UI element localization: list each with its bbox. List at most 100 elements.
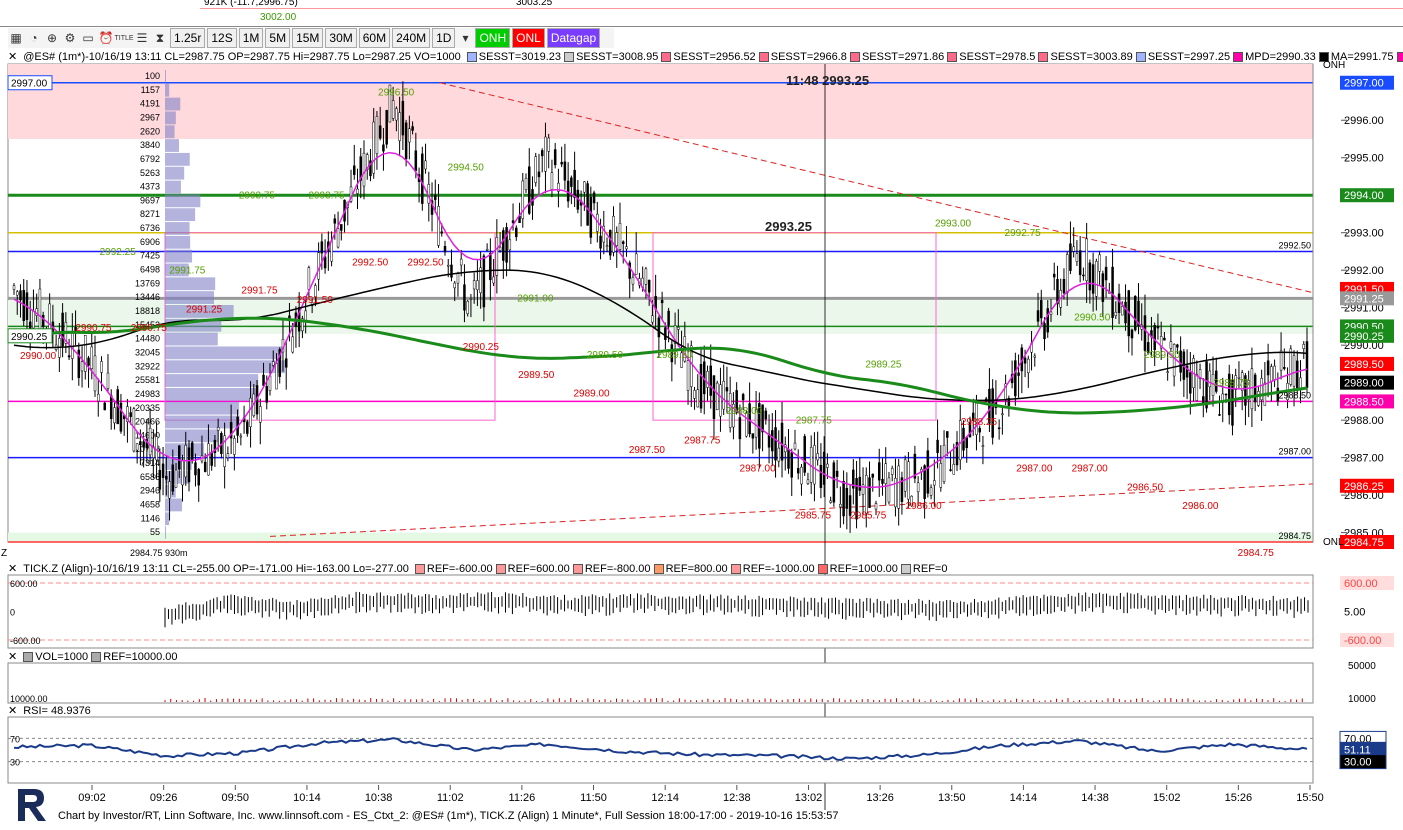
drag-icon[interactable]: ▦ — [8, 30, 24, 46]
price-bar-body — [1205, 361, 1208, 409]
interval-button-2[interactable]: 12S — [207, 28, 237, 48]
price-bar-body — [842, 481, 845, 517]
interval-button-5[interactable]: 15M — [292, 28, 324, 48]
time-tick-label: 09:50 — [222, 792, 250, 804]
price-bar-body — [171, 464, 175, 492]
price-bar-body — [583, 181, 586, 193]
support-zone — [8, 532, 1313, 542]
vol-axis-label: 10000 — [1348, 694, 1376, 705]
tick-ref-2: REF=-800.00 — [572, 563, 651, 575]
bars-icon[interactable]: ▭ — [80, 30, 96, 46]
price-bar-body — [1270, 366, 1273, 382]
price-bar-body — [524, 178, 528, 190]
alarm-icon[interactable]: ⏰ — [98, 30, 114, 46]
volume-profile-number: 100 — [145, 71, 160, 81]
interval-button-6[interactable]: 30M — [325, 28, 357, 48]
tick-legend-text: TICK.Z (Align)-10/16/19 13:11 CL=-255.00… — [23, 562, 409, 575]
volume-profile-bar — [165, 125, 175, 139]
price-bar-body — [472, 280, 476, 290]
price-bar-body — [796, 468, 800, 474]
price-bar-body — [874, 503, 878, 510]
price-bar-body — [1040, 300, 1043, 319]
price-bar-body — [832, 462, 836, 503]
ruler-icon[interactable]: ☰ — [134, 30, 150, 46]
high-label: 2992.25 — [100, 247, 137, 258]
left-tag-label: 2997.00 — [11, 79, 48, 90]
price-bar-body — [625, 246, 628, 250]
datagap-toggle[interactable]: Datagap — [546, 28, 601, 48]
volume-profile-bar — [165, 291, 215, 304]
price-bar-body — [168, 481, 171, 499]
price-bar-body — [865, 475, 868, 514]
price-bar-body — [871, 473, 875, 478]
price-inline-label: 2987.00 — [1278, 447, 1311, 457]
tick-ref-label: REF=600.00 — [507, 562, 570, 575]
interval-button-8[interactable]: 240M — [392, 28, 431, 48]
vol-item-label: REF=10000.00 — [103, 650, 178, 663]
linn-logo — [12, 785, 52, 825]
tick-ref-3: REF=800.00 — [653, 563, 728, 575]
settings-icon[interactable]: ⚙ — [62, 30, 78, 46]
price-bar-body — [178, 445, 181, 470]
price-bar-body — [1014, 360, 1017, 397]
price-bar-body — [647, 279, 651, 293]
time-tick-label: 13:26 — [866, 792, 894, 804]
close-icon[interactable]: ✕ — [8, 704, 17, 717]
onl-toggle[interactable]: ONL — [512, 28, 545, 48]
interval-button-3[interactable]: 1M — [238, 28, 264, 48]
volume-profile-number: 24983 — [135, 389, 160, 399]
low-label: 2990.25 — [463, 342, 500, 353]
close-icon[interactable]: ✕ — [8, 650, 17, 663]
toolbar: ▦ ◔ ⊕ ⚙ ▭ ⏰ TITLE ☰ ⧗ 1.25r 12S 1M 5M 15… — [8, 28, 614, 48]
price-bar-body — [67, 355, 71, 358]
price-bar-body — [540, 150, 544, 157]
high-label: 2994.50 — [448, 162, 485, 173]
price-bar-body — [534, 156, 537, 183]
interval-button-1[interactable]: 1.25r — [170, 28, 206, 48]
volume-profile-number: 3840 — [140, 140, 160, 150]
interval-button-9[interactable]: 1D — [432, 28, 456, 48]
price-bar-body — [372, 121, 375, 174]
price-bar-body — [1117, 293, 1121, 314]
price-bar-body — [978, 427, 981, 433]
price-bar-body — [1302, 344, 1306, 349]
volume-profile-bar — [165, 277, 216, 291]
rsi-legend: ✕ RSI= 48.9376 — [8, 704, 91, 718]
price-bar-body — [515, 227, 518, 238]
price-bar-body — [87, 357, 90, 366]
price-bar-body — [531, 189, 534, 206]
price-bar-body — [829, 500, 832, 503]
clock-icon[interactable]: ◔ — [26, 30, 42, 46]
price-bar-body — [80, 361, 84, 372]
price-bar-body — [456, 273, 460, 284]
left-tag-label: 2990.25 — [11, 332, 48, 343]
interval-button-7[interactable]: 60M — [358, 28, 391, 48]
close-icon[interactable]: ✕ — [8, 562, 17, 575]
price-bar-body — [712, 375, 716, 419]
volume-profile-bar — [165, 235, 191, 249]
low-label: 2991.50 — [297, 295, 334, 306]
hourglass-icon[interactable]: ⧗ — [152, 30, 168, 46]
high-label: 2992.75 — [1005, 228, 1042, 239]
volume-profile-number: 4373 — [140, 182, 160, 192]
zoom-icon[interactable]: ⊕ — [44, 30, 60, 46]
price-bar-body — [446, 264, 450, 267]
price-bar-body — [631, 277, 635, 285]
time-tick-label: 13:50 — [938, 792, 966, 804]
price-bar-body — [333, 218, 337, 224]
time-tick-label: 09:02 — [78, 792, 106, 804]
price-bar-body — [453, 282, 456, 289]
chevron-down-icon[interactable]: ▾ — [457, 30, 473, 46]
price-bar-body — [1085, 238, 1088, 282]
title-icon[interactable]: TITLE — [114, 30, 133, 46]
price-bar-body — [553, 149, 557, 166]
price-bar-body — [262, 374, 265, 386]
low-label: 2990.75 — [131, 323, 168, 334]
price-bar-body — [61, 312, 64, 347]
price-bar-body — [1253, 374, 1257, 403]
price-bar-body — [667, 310, 670, 326]
price-bar-body — [618, 222, 622, 250]
interval-button-4[interactable]: 5M — [265, 28, 291, 48]
price-bar-body — [1121, 306, 1124, 316]
onh-toggle[interactable]: ONH — [475, 28, 511, 48]
